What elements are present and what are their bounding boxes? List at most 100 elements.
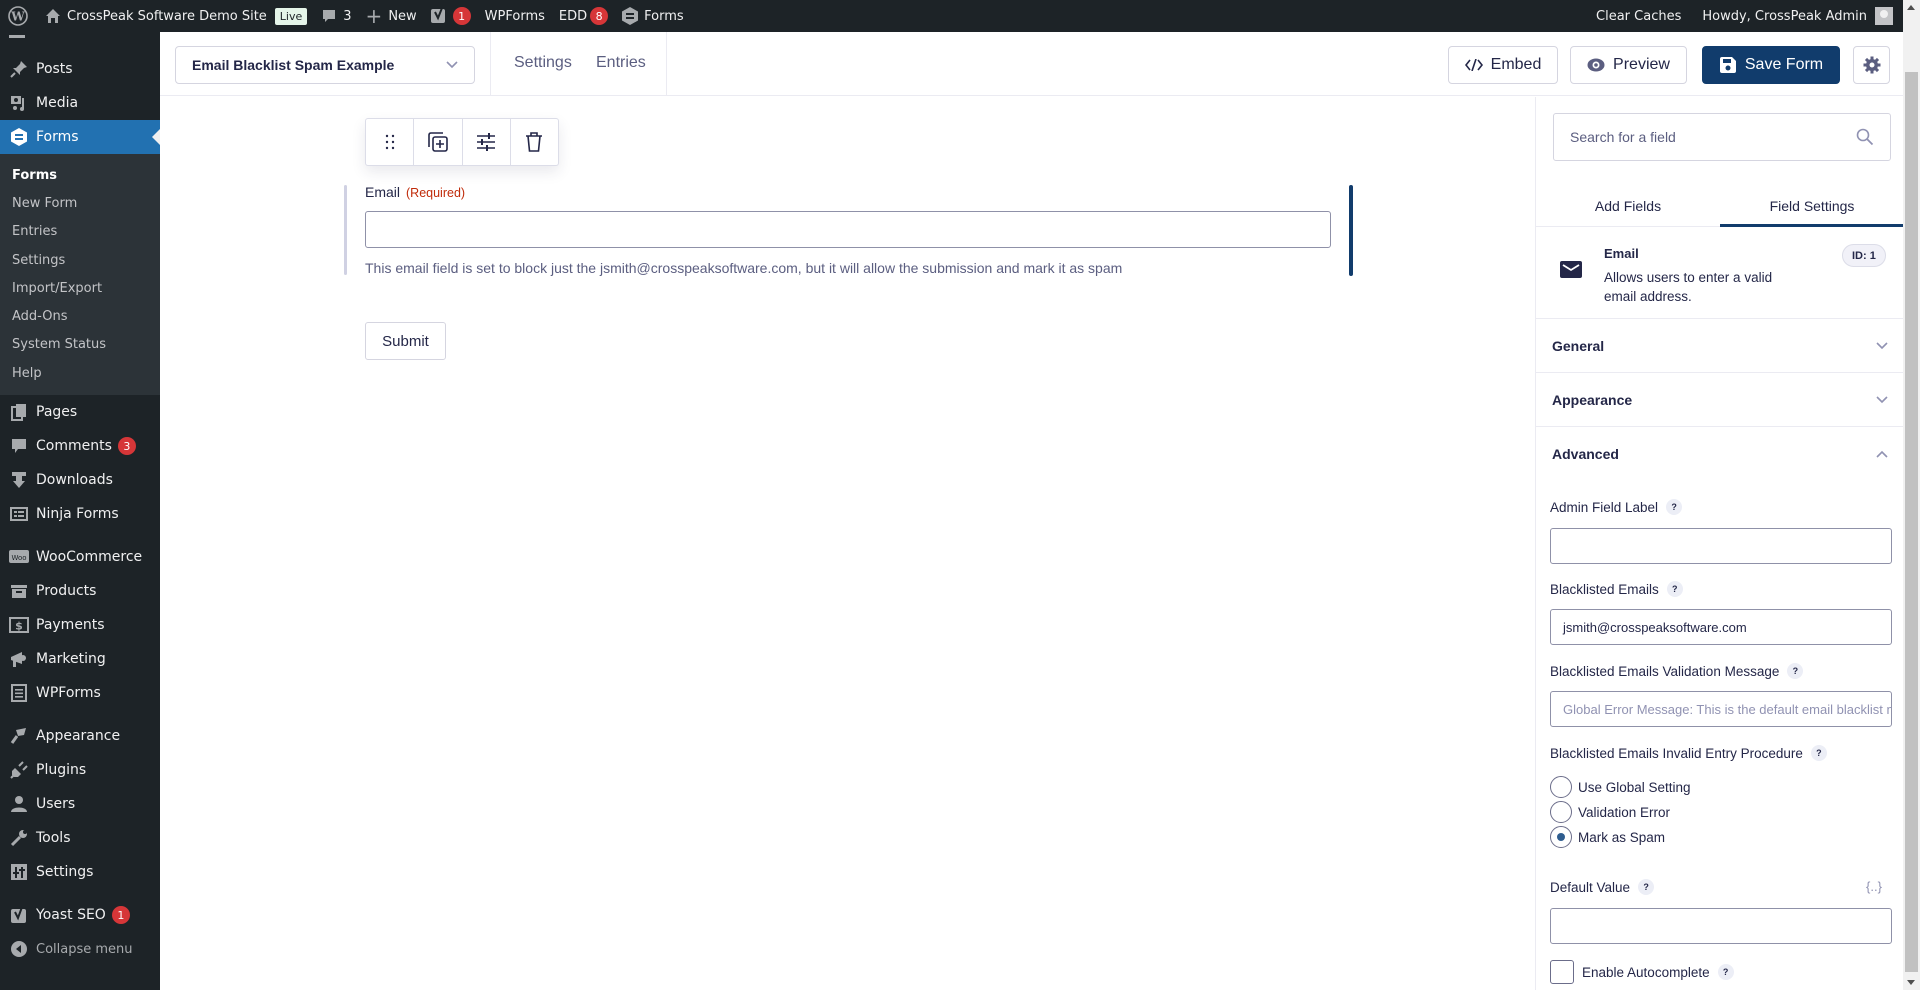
sidebar-item-users[interactable]: Users: [0, 787, 160, 821]
duplicate-field-button[interactable]: [414, 119, 463, 165]
accordion-appearance[interactable]: Appearance: [1536, 373, 1904, 427]
sidebar-item-media[interactable]: Media: [0, 86, 160, 120]
sidebar-item-tools[interactable]: Tools: [0, 821, 160, 855]
form-canvas: Email (Required) This email field is set …: [160, 97, 1535, 990]
submit-button[interactable]: Submit: [365, 322, 446, 360]
yoast-count-badge: 1: [452, 7, 471, 25]
admin-field-label-label: Admin Field Label ?: [1550, 499, 1683, 515]
code-icon: [1464, 59, 1483, 71]
radio-button[interactable]: [1550, 776, 1572, 798]
accordion-advanced[interactable]: Advanced: [1536, 427, 1904, 481]
submenu-entries[interactable]: Entries: [0, 218, 160, 246]
radio-use-global-setting[interactable]: Use Global Setting: [1550, 776, 1691, 798]
form-settings-link[interactable]: Settings: [514, 54, 572, 72]
email-field-input[interactable]: [365, 211, 1331, 248]
sidebar-item-appearance[interactable]: Appearance: [0, 719, 160, 753]
submenu-add-ons[interactable]: Add-Ons: [0, 302, 160, 330]
validation-message-input[interactable]: Global Error Message: This is the defaul…: [1550, 691, 1892, 727]
sidebar-item-plugins[interactable]: Plugins: [0, 753, 160, 787]
submenu-system-status[interactable]: System Status: [0, 331, 160, 359]
form-editor-header: Email Blacklist Spam Example Settings En…: [160, 32, 1903, 96]
preview-button[interactable]: Preview: [1570, 46, 1687, 84]
accordion-general[interactable]: General: [1536, 319, 1904, 373]
sidebar-item-ninja-forms[interactable]: Ninja Forms: [0, 497, 160, 531]
delete-field-button[interactable]: [511, 119, 558, 165]
submenu-import-export[interactable]: Import/Export: [0, 274, 160, 302]
wp-logo[interactable]: W: [0, 0, 38, 32]
duplicate-icon: [428, 132, 448, 152]
drag-handle[interactable]: [366, 119, 415, 165]
site-name-link[interactable]: CrossPeak Software Demo Site Live: [38, 0, 314, 32]
sidebar-item-payments[interactable]: $ Payments: [0, 608, 160, 642]
default-value-input[interactable]: [1550, 908, 1892, 944]
clear-caches-link[interactable]: Clear Caches: [1589, 0, 1695, 32]
form-switcher-dropdown[interactable]: Email Blacklist Spam Example: [175, 46, 475, 84]
form-settings-gear-button[interactable]: [1853, 46, 1890, 84]
scroll-up-arrow-icon[interactable]: [1907, 5, 1915, 10]
sidebar-item-downloads[interactable]: Downloads: [0, 463, 160, 497]
panel-tabs: Add Fields Field Settings: [1536, 185, 1904, 227]
help-icon[interactable]: ?: [1717, 964, 1734, 980]
scrollbar-thumb[interactable]: [1905, 72, 1918, 972]
radio-button-selected[interactable]: [1550, 826, 1572, 848]
eye-icon: [1587, 58, 1605, 72]
radio-mark-as-spam[interactable]: Mark as Spam: [1550, 826, 1665, 848]
howdy-label: Howdy, CrossPeak Admin: [1702, 8, 1867, 24]
sidebar-item-comments[interactable]: Comments 3: [0, 429, 160, 463]
help-icon[interactable]: ?: [1638, 879, 1655, 895]
field-settings-panel: Search for a field Add Fields Field Sett…: [1535, 97, 1904, 990]
help-icon[interactable]: ?: [1787, 663, 1804, 679]
radio-validation-error[interactable]: Validation Error: [1550, 801, 1670, 823]
tab-add-fields[interactable]: Add Fields: [1536, 185, 1720, 226]
sidebar-item-wpforms[interactable]: WPForms: [0, 676, 160, 710]
forms-submenu: Forms New Form Entries Settings Import/E…: [0, 154, 160, 396]
scroll-down-arrow-icon[interactable]: [1907, 980, 1915, 985]
field-selection-left-bar: [344, 185, 347, 275]
sidebar-item-woocommerce[interactable]: Woo WooCommerce: [0, 540, 160, 574]
plus-icon: +: [365, 4, 383, 28]
enable-autocomplete-row[interactable]: Enable Autocomplete ?: [1550, 960, 1734, 984]
submenu-help[interactable]: Help: [0, 359, 160, 387]
svg-text:Woo: Woo: [11, 554, 26, 562]
sidebar-item-settings[interactable]: Settings: [0, 855, 160, 889]
wrench-icon: [9, 828, 29, 848]
sidebar-item-products[interactable]: Products: [0, 574, 160, 608]
field-search-input[interactable]: Search for a field: [1553, 113, 1891, 161]
sidebar-item-posts[interactable]: Posts: [0, 52, 160, 86]
edd-link[interactable]: EDD 8: [552, 0, 615, 32]
radio-button[interactable]: [1550, 801, 1572, 823]
blacklisted-emails-input[interactable]: jsmith@crosspeaksoftware.com: [1550, 609, 1892, 645]
submenu-settings[interactable]: Settings: [0, 246, 160, 274]
merge-tag-icon[interactable]: {..}: [1866, 879, 1882, 894]
collapse-menu-button[interactable]: Collapse menu: [0, 932, 160, 966]
admin-field-label-input[interactable]: [1550, 528, 1892, 564]
sidebar-item-forms[interactable]: Forms: [0, 120, 160, 154]
live-badge: Live: [274, 7, 308, 25]
sidebar-item-cache[interactable]: Kinsta Cache: [0, 32, 160, 52]
comments-link[interactable]: 3: [314, 0, 358, 32]
sidebar-item-yoast[interactable]: Yoast SEO 1: [0, 898, 160, 932]
submenu-forms[interactable]: Forms: [0, 161, 160, 189]
submenu-new-form[interactable]: New Form: [0, 189, 160, 217]
help-icon[interactable]: ?: [1810, 745, 1827, 761]
yoast-icon: [9, 905, 29, 925]
help-icon[interactable]: ?: [1666, 499, 1683, 515]
tab-field-settings[interactable]: Field Settings: [1720, 185, 1904, 227]
user-account-link[interactable]: Howdy, CrossPeak Admin: [1695, 0, 1903, 32]
sidebar-item-pages[interactable]: Pages: [0, 395, 160, 429]
page-scrollbar[interactable]: [1903, 0, 1920, 990]
embed-button[interactable]: Embed: [1448, 46, 1558, 84]
help-icon[interactable]: ?: [1666, 581, 1683, 597]
blacklisted-emails-label: Blacklisted Emails ?: [1550, 581, 1683, 597]
yoast-link[interactable]: 1: [424, 0, 478, 32]
form-entries-link[interactable]: Entries: [596, 54, 646, 72]
new-content-link[interactable]: + New: [359, 0, 424, 32]
save-form-button[interactable]: Save Form: [1702, 46, 1840, 84]
forms-link[interactable]: Forms: [615, 0, 691, 32]
sidebar-item-marketing[interactable]: Marketing: [0, 642, 160, 676]
field-settings-button[interactable]: [463, 119, 511, 165]
enable-autocomplete-checkbox[interactable]: [1550, 960, 1574, 984]
chevron-down-icon: [1876, 341, 1888, 350]
wpforms-link[interactable]: WPForms: [478, 0, 552, 32]
edd-label: EDD: [558, 8, 588, 24]
